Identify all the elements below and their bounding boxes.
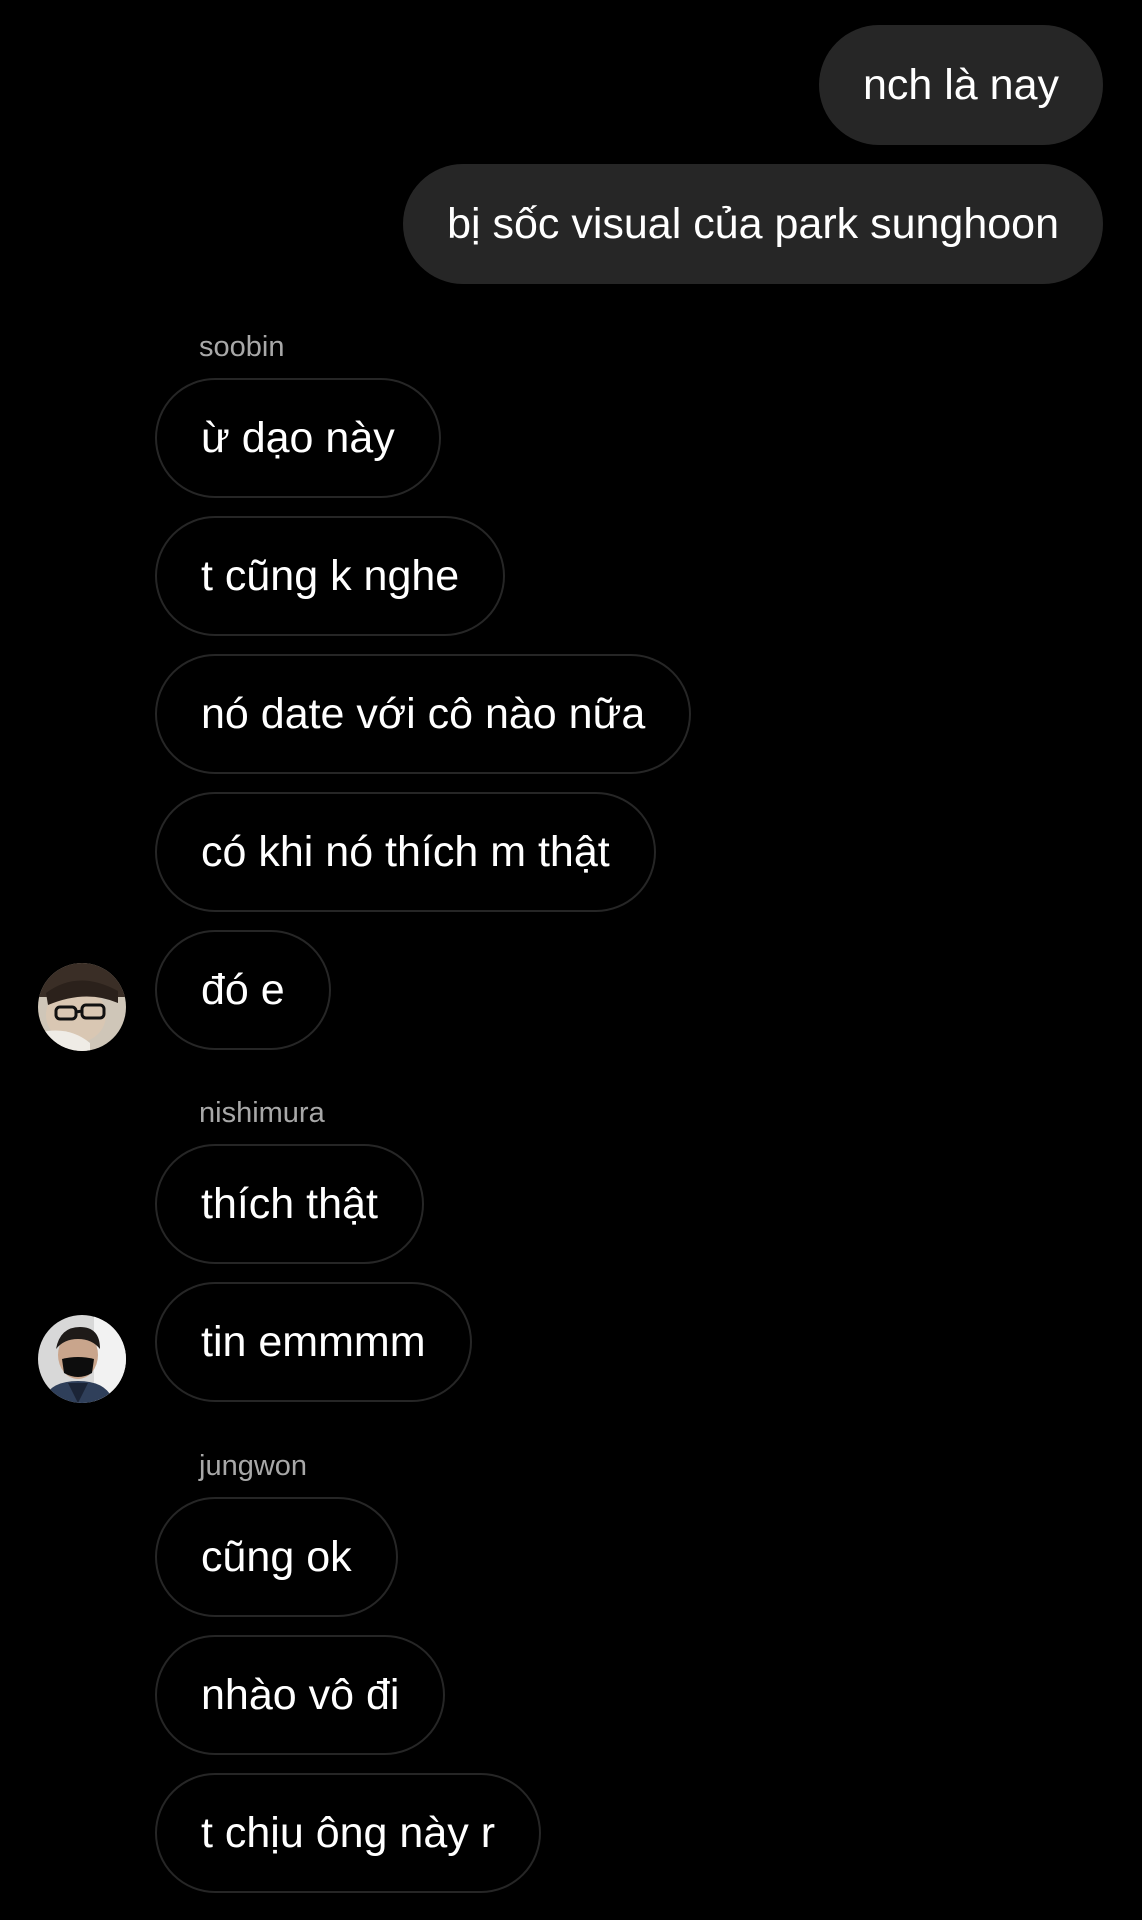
message-text: nó date với cô nào nữa xyxy=(201,689,646,738)
sender-name: jungwon xyxy=(199,1450,308,1482)
incoming-message-bubble[interactable]: nhào vô đi xyxy=(155,1635,446,1755)
incoming-message-bubble[interactable]: thích thật xyxy=(155,1144,424,1264)
incoming-message-bubble[interactable]: tin emmmm xyxy=(155,1282,472,1402)
incoming-message-bubble[interactable]: có khi nó thích m thật xyxy=(155,792,656,912)
message-text: nch là nay xyxy=(862,60,1059,109)
message-text: đó e xyxy=(201,965,285,1014)
user-avatar-mask-icon[interactable] xyxy=(38,1315,126,1403)
message-text: nhào vô đi xyxy=(201,1670,400,1719)
incoming-message-bubble[interactable]: ừ dạo này xyxy=(155,378,441,498)
message-text: t cũng k nghe xyxy=(201,551,460,600)
message-text: thích thật xyxy=(201,1179,378,1228)
message-thread: nch là nay bị sốc visual của park sungho… xyxy=(0,0,1142,1920)
incoming-message-bubble[interactable]: t chịu ông này r xyxy=(155,1773,542,1893)
incoming-message-bubble[interactable]: đó e xyxy=(155,930,331,1050)
message-text: bị sốc visual của park sunghoon xyxy=(447,199,1059,248)
message-text: t chịu ông này r xyxy=(201,1808,496,1857)
sender-name: soobin xyxy=(199,331,285,363)
outgoing-message-bubble[interactable]: bị sốc visual của park sunghoon xyxy=(403,164,1103,284)
message-text: tin emmmm xyxy=(201,1317,426,1366)
sender-name: nishimura xyxy=(199,1097,325,1129)
user-avatar-glasses-icon[interactable] xyxy=(38,963,126,1051)
message-text: có khi nó thích m thật xyxy=(201,827,610,876)
message-text: cũng ok xyxy=(201,1532,352,1581)
incoming-message-bubble[interactable]: cũng ok xyxy=(155,1497,398,1617)
incoming-message-bubble[interactable]: t cũng k nghe xyxy=(155,516,506,636)
outgoing-message-bubble[interactable]: nch là nay xyxy=(818,25,1103,145)
incoming-message-bubble[interactable]: nó date với cô nào nữa xyxy=(155,654,692,774)
message-text: ừ dạo này xyxy=(201,413,395,462)
